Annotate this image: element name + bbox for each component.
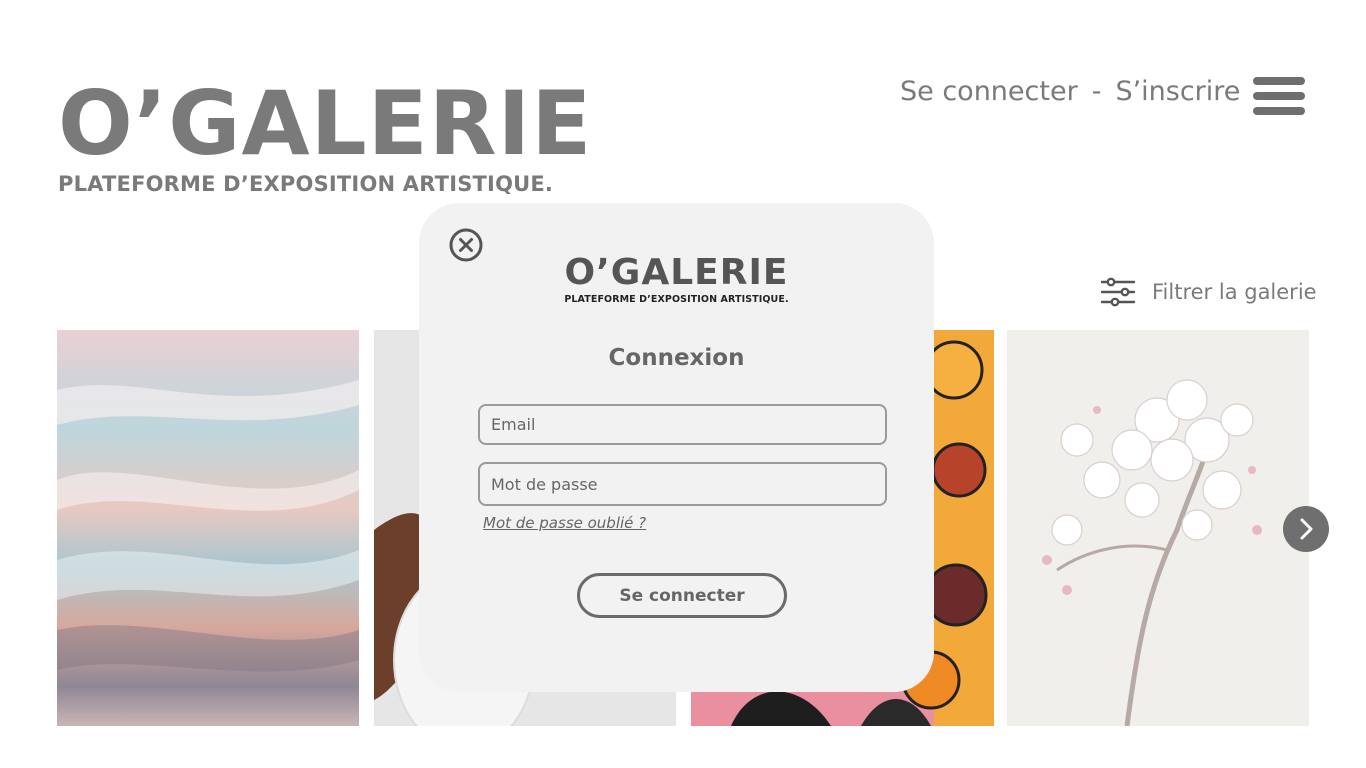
menu-bar <box>1253 92 1305 100</box>
auth-links: Se connecter - S’inscrire <box>900 76 1240 107</box>
chevron-right-icon[interactable] <box>1283 506 1329 552</box>
modal-logo-subtitle: PLATEFORME D’EXPOSITION ARTISTIQUE. <box>564 294 789 305</box>
artwork-card[interactable] <box>1007 330 1309 726</box>
hamburger-menu-icon[interactable] <box>1253 77 1305 115</box>
signup-link[interactable]: S’inscrire <box>1115 76 1240 107</box>
login-modal: O’GALERIE PLATEFORME D’EXPOSITION ARTIST… <box>419 203 934 692</box>
artwork-image <box>57 330 359 726</box>
login-submit-button[interactable]: Se connecter <box>577 573 787 618</box>
artwork-card[interactable] <box>57 330 359 726</box>
brand-title: O’GALERIE <box>58 72 593 175</box>
brand-subtitle: PLATEFORME D’EXPOSITION ARTISTIQUE. <box>58 172 554 196</box>
sliders-icon <box>1100 277 1136 307</box>
login-link[interactable]: Se connecter <box>900 76 1078 107</box>
email-field[interactable] <box>478 404 887 445</box>
menu-bar <box>1253 107 1305 115</box>
modal-logo: O’GALERIE PLATEFORME D’EXPOSITION ARTIST… <box>419 252 934 306</box>
password-field[interactable] <box>478 462 887 506</box>
modal-heading: Connexion <box>608 345 745 371</box>
modal-logo-title: O’GALERIE <box>564 252 789 293</box>
filter-label: Filtrer la galerie <box>1152 280 1317 304</box>
auth-separator: - <box>1091 76 1102 107</box>
forgot-password-link[interactable]: Mot de passe oublié ? <box>483 514 646 532</box>
artwork-image <box>1007 330 1309 726</box>
menu-bar <box>1253 77 1305 85</box>
chevron-right-glyph <box>1300 518 1313 540</box>
filter-gallery-button[interactable]: Filtrer la galerie <box>1100 277 1317 307</box>
